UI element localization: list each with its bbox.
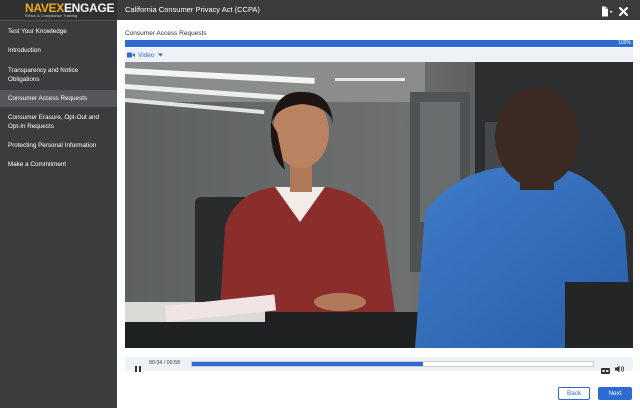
- chevron-down-icon: [157, 53, 163, 57]
- sidebar-item-label: Transparency and Notice Obligations: [8, 66, 79, 83]
- next-button[interactable]: Next: [598, 387, 632, 400]
- sidebar: NAVEXENGAGE Ethics & Compliance Training…: [0, 0, 117, 408]
- document-menu-icon[interactable]: [601, 4, 613, 17]
- sidebar-item-consumer-erasure[interactable]: Consumer Erasure, Opt-Out and Opt-In Req…: [0, 109, 117, 134]
- video-camera-icon: [127, 52, 135, 58]
- title-bar: California Consumer Privacy Act (CCPA): [117, 0, 640, 20]
- pause-button[interactable]: [134, 360, 142, 372]
- media-time-display: 00:34 / 00:59: [149, 360, 180, 366]
- media-controls: 00:34 / 00:59: [125, 357, 633, 374]
- media-header: Video: [125, 48, 633, 62]
- sidebar-item-label: Test Your Knowledge: [8, 28, 67, 35]
- lesson-progress-fill: [125, 40, 633, 47]
- sidebar-item-protecting-personal-information[interactable]: Protecting Personal Information: [0, 137, 117, 154]
- sidebar-item-label: Consumer Erasure, Opt-Out and Opt-In Req…: [8, 113, 99, 130]
- volume-button[interactable]: [615, 360, 625, 373]
- sidebar-item-label: Protecting Personal Information: [8, 142, 97, 149]
- close-icon[interactable]: [618, 4, 629, 16]
- sidebar-item-label: Make a Commitment: [8, 161, 67, 168]
- seek-bar[interactable]: [191, 361, 594, 367]
- lesson-progress-label: 100%: [618, 40, 631, 46]
- video-still-image: [125, 62, 633, 348]
- video-selector-label: Video: [138, 51, 155, 59]
- sidebar-item-make-a-commitment[interactable]: Make a Commitment: [0, 156, 117, 173]
- sidebar-divider: [0, 20, 117, 21]
- pause-icon: [135, 366, 141, 372]
- captions-icon: [601, 368, 610, 374]
- video-selector-dropdown[interactable]: Video: [127, 50, 163, 60]
- sidebar-item-consumer-access-requests[interactable]: Consumer Access Requests: [0, 90, 117, 107]
- sidebar-item-label: Introduction: [8, 47, 41, 54]
- sidebar-item-test-your-knowledge[interactable]: Test Your Knowledge: [0, 23, 117, 40]
- lesson-progress-bar: 100%: [125, 40, 633, 47]
- sidebar-item-introduction[interactable]: Introduction: [0, 42, 117, 59]
- captions-button[interactable]: [601, 361, 610, 374]
- logo: NAVEXENGAGE Ethics & Compliance Training: [0, 0, 117, 20]
- sidebar-item-label: Consumer Access Requests: [8, 95, 88, 102]
- back-button[interactable]: Back: [558, 387, 590, 400]
- seek-bar-played: [192, 362, 423, 366]
- page-title: Consumer Access Requests: [125, 30, 207, 37]
- volume-icon: [615, 365, 625, 373]
- video-player[interactable]: [125, 62, 633, 348]
- sidebar-item-transparency[interactable]: Transparency and Notice Obligations: [0, 62, 117, 87]
- course-title: California Consumer Privacy Act (CCPA): [125, 5, 260, 14]
